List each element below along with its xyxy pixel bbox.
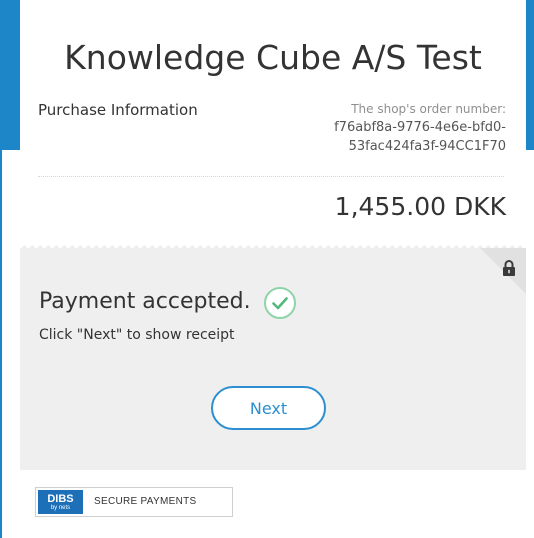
secure-payments-logo: DIBS by nets SECURE PAYMENTS [35, 487, 233, 517]
receipt-instruction: Click "Next" to show receipt [39, 327, 235, 343]
dibs-brand-sub: by nets [50, 505, 71, 511]
total-amount: 1,455.00 DKK [334, 192, 506, 221]
left-accent-line [0, 150, 2, 538]
shop-title: Knowledge Cube A/S Test [64, 38, 482, 77]
payment-status-panel: Payment accepted. Click "Next" to show r… [20, 242, 526, 470]
checkmark-circle-icon [264, 287, 296, 319]
order-number-block: The shop's order number: f76abf8a-9776-4… [334, 100, 506, 156]
dibs-brand-name: DIBS [47, 493, 74, 505]
order-number-label: The shop's order number: [351, 102, 506, 116]
section-divider [38, 176, 504, 177]
order-number-line-2: 53fac424fa3f-94CC1F70 [348, 139, 506, 154]
order-number-line-1: f76abf8a-9776-4e6e-bfd0- [334, 120, 506, 135]
torn-edge [20, 242, 526, 248]
payment-status-message: Payment accepted. [39, 289, 251, 314]
dibs-logo: DIBS by nets [38, 490, 83, 514]
next-button[interactable]: Next [211, 386, 326, 430]
secure-payments-label: SECURE PAYMENTS [94, 496, 197, 507]
lock-icon [503, 260, 515, 276]
payment-window: Knowledge Cube A/S Test Purchase Informa… [0, 0, 534, 538]
purchase-info-label: Purchase Information [38, 101, 198, 119]
payment-card: Knowledge Cube A/S Test Purchase Informa… [20, 0, 526, 470]
